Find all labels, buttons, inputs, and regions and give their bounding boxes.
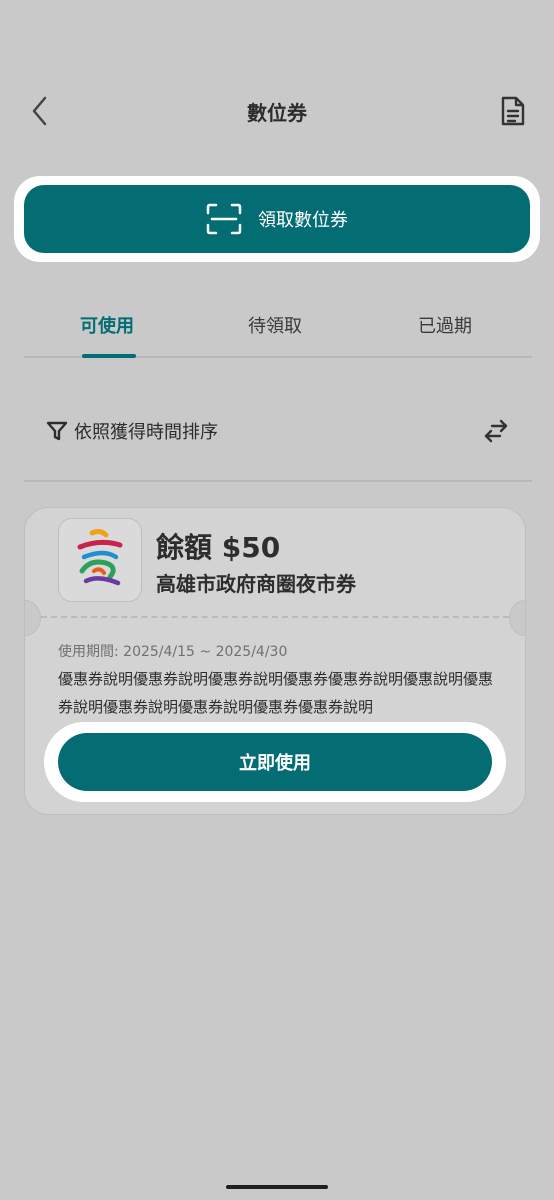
coupon-card: 餘額 $50 高雄市政府商圈夜市券 使用期間: 2025/4/15 ~ 2025… — [24, 507, 526, 815]
coupon-balance: 餘額 $50 — [156, 531, 281, 564]
tab-expired-label: 已過期 — [418, 316, 472, 337]
merchant-logo — [58, 518, 142, 602]
scan-icon — [206, 203, 242, 235]
claim-coupon-button[interactable]: 領取數位券 — [24, 185, 530, 253]
coupon-tabs: 可使用 待領取 已過期 — [24, 300, 532, 358]
sort-order-toggle[interactable] — [482, 418, 510, 444]
use-button-highlight: 立即使用 — [44, 722, 506, 802]
document-button[interactable] — [498, 94, 528, 128]
tab-pending[interactable]: 待領取 — [248, 312, 302, 338]
section-divider — [24, 480, 532, 482]
page-title: 數位券 — [247, 101, 307, 125]
kaohsiung-logo-icon — [77, 528, 123, 586]
active-tab-indicator — [82, 354, 136, 358]
coupon-notch-right — [509, 600, 525, 636]
app-header: 數位券 — [0, 80, 554, 140]
sort-label: 依照獲得時間排序 — [74, 422, 218, 443]
claim-coupon-label: 領取數位券 — [258, 210, 348, 231]
sort-by-time-button[interactable]: 依照獲得時間排序 — [46, 418, 218, 444]
tab-available[interactable]: 可使用 — [80, 312, 134, 338]
coupon-notch-left — [25, 600, 41, 636]
tab-expired[interactable]: 已過期 — [418, 312, 472, 338]
usage-period: 使用期間: 2025/4/15 ~ 2025/4/30 — [58, 644, 288, 660]
filter-icon — [46, 421, 68, 441]
claim-button-highlight: 領取數位券 — [14, 176, 540, 262]
document-list-icon — [501, 96, 525, 126]
home-indicator — [226, 1185, 328, 1189]
tab-pending-label: 待領取 — [248, 316, 302, 337]
coupon-name: 高雄市政府商圈夜市券 — [156, 572, 356, 596]
use-now-button[interactable]: 立即使用 — [58, 733, 492, 791]
use-now-label: 立即使用 — [239, 753, 311, 774]
coupon-description: 優惠券說明優惠券說明優惠券說明優惠券優惠券說明優惠說明優惠券說明優惠券說明優惠券… — [58, 670, 494, 716]
swap-arrows-icon — [484, 419, 508, 443]
tab-available-label: 可使用 — [80, 316, 134, 337]
sort-row: 依照獲得時間排序 — [46, 410, 518, 454]
coupon-perforation — [41, 616, 509, 618]
